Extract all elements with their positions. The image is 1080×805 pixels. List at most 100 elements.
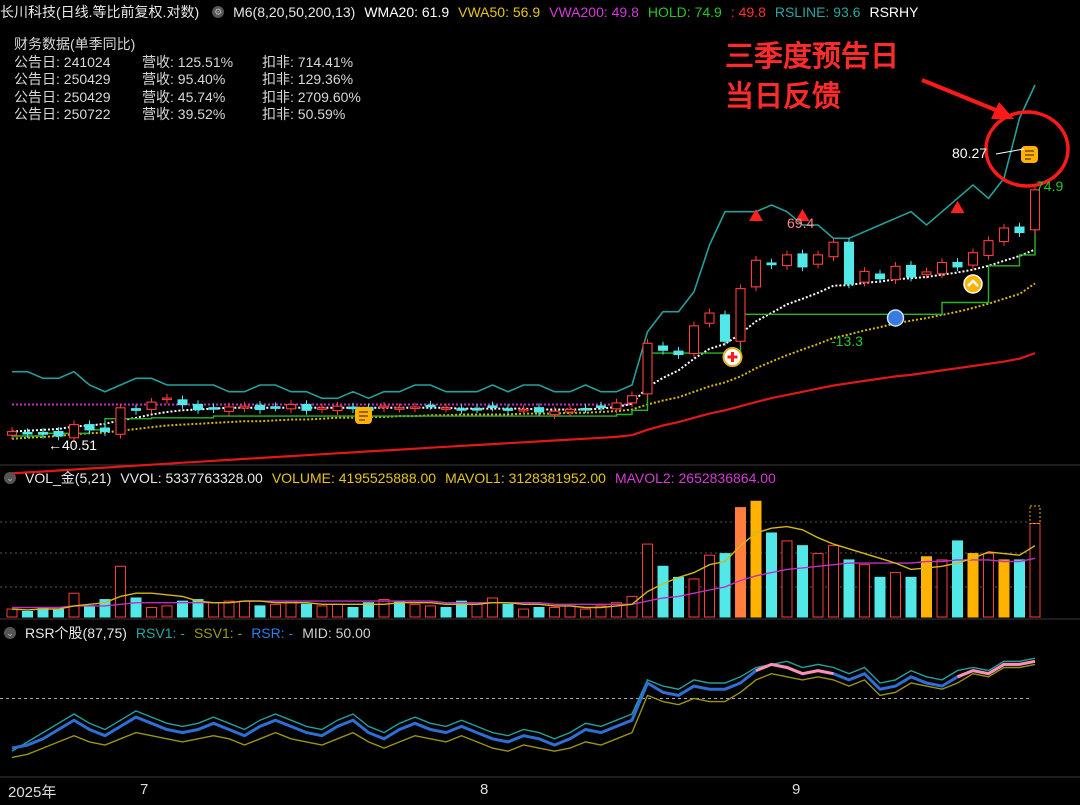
- volume-bar: [301, 603, 312, 618]
- candle: [657, 345, 669, 351]
- candle: [905, 264, 917, 278]
- candle: [595, 405, 607, 409]
- candle: [440, 407, 452, 410]
- volume-bar: [347, 606, 359, 618]
- volume-bar: [502, 603, 514, 618]
- financial-row: 公告日: 250429 营收: 95.40% 扣非: 129.36%: [14, 71, 392, 89]
- volume-bar: [115, 565, 126, 618]
- candle: [502, 408, 514, 411]
- volume-bar: ⌄ VOL_金(5,21) VVOL: 5337763328.00 VOLUME:…: [0, 467, 1080, 489]
- volume-bar: [967, 553, 979, 618]
- candle: [22, 431, 33, 435]
- volume-bar: [6, 608, 18, 618]
- candle: [735, 288, 746, 342]
- candle: [797, 253, 808, 268]
- rsr-title[interactable]: RSR个股(87,75): [25, 623, 127, 643]
- volume-value-2: MAVOL1: 3128381952.00: [445, 470, 606, 486]
- candle: [192, 403, 204, 411]
- volume-bar: [425, 605, 436, 618]
- candle: [487, 405, 498, 409]
- volume-value-0: VVOL: 5337763328.00: [120, 470, 263, 486]
- candle: [859, 270, 870, 283]
- indicator-values: WMA20: 61.9 VWA50: 56.9 VWA200: 49.8 HOLD: …: [364, 4, 927, 20]
- last-price-label: 80.27: [952, 145, 988, 161]
- stock-title[interactable]: 长川科技(日线.等比前复权.对数): [0, 2, 199, 22]
- settings-icon[interactable]: ⚙: [212, 6, 225, 18]
- candle: [952, 261, 963, 268]
- financial-row: 公告日: 250429 营收: 45.74% 扣非: 2709.60%: [14, 89, 392, 107]
- financial-cell: 营收: 125.51%: [142, 53, 234, 70]
- candle: [270, 406, 281, 409]
- rsr-value-0: RSV1: -: [135, 625, 185, 641]
- signal-up-triangle: [749, 209, 763, 221]
- financial-title: 财务数据(单季同比): [14, 36, 136, 52]
- volume-bar: [378, 599, 390, 618]
- x-axis: 2025年 7 8 9: [0, 778, 1080, 805]
- financial-cell: 公告日: 250429: [14, 88, 111, 105]
- candle: [239, 405, 250, 409]
- rsr-bar: ⌄ RSR个股(87,75) RSV1: - SSV1: - RSR: - MID: …: [0, 622, 1080, 644]
- financial-cell: 营收: 95.40%: [142, 71, 226, 87]
- financial-cell: 扣非: 2709.60%: [262, 88, 361, 105]
- candle: [53, 430, 64, 437]
- candle: [68, 424, 80, 439]
- x-label-aug: 8: [480, 781, 489, 798]
- candle: [456, 408, 467, 411]
- candle: [688, 325, 700, 355]
- volume-bar: [1029, 522, 1041, 618]
- candle: [301, 403, 312, 411]
- rsline-line: [12, 84, 1036, 400]
- volume-bar: [332, 603, 343, 618]
- candle: [874, 273, 886, 280]
- volume-value-3: MAVOL2: 2652836864.00: [614, 470, 776, 486]
- candle: [332, 405, 343, 412]
- financial-cell: 公告日: 250722: [14, 106, 111, 122]
- candle: [223, 406, 235, 412]
- indicator-name[interactable]: M6(8,20,50,200,13): [233, 4, 355, 20]
- neg-label: -13.3: [831, 333, 863, 349]
- volume-bar: [626, 595, 638, 618]
- candle: [177, 399, 188, 406]
- financial-row: 公告日: 241024 营收: 125.51% 扣非: 714.41%: [14, 54, 392, 72]
- volume-bar: [936, 559, 948, 618]
- collapse-volume-icon[interactable]: ⌄: [4, 472, 16, 484]
- volume-bar: [952, 540, 963, 618]
- rsr-value-3: MID: 50.00: [302, 625, 371, 641]
- candle: [781, 254, 793, 267]
- indicator-value-1: VWA50: 56.9: [458, 4, 541, 20]
- volume-bar: [921, 556, 932, 618]
- candle: [130, 408, 142, 411]
- candle: [967, 252, 979, 266]
- x-label-year: 2025年: [8, 784, 57, 801]
- volume-bar: [657, 565, 669, 618]
- financial-panel: 财务数据(单季同比) 公告日: 241024 营收: 125.51% 扣非: 714…: [14, 36, 392, 124]
- volume-bar: [859, 564, 870, 618]
- volume-bar: [905, 576, 917, 618]
- volume-forecast-bar: [1029, 505, 1041, 524]
- indicator-value-0: WMA20: 61.9: [364, 4, 450, 20]
- candle: [998, 227, 1010, 243]
- collapse-rsr-icon[interactable]: ⌄: [4, 627, 16, 639]
- volume-bar: [781, 540, 793, 618]
- candle: [890, 265, 901, 281]
- candle: [471, 408, 483, 411]
- indicator-value-2: VWA200: 49.8: [549, 4, 639, 20]
- x-label-sep: 9: [792, 781, 801, 798]
- volume-bar: [223, 600, 235, 618]
- candle: [285, 403, 297, 410]
- volume-bar: [130, 597, 142, 618]
- volume-bar: [688, 578, 700, 618]
- volume-title[interactable]: VOL_金(5,21): [25, 468, 111, 488]
- candle: [750, 259, 762, 288]
- volume-bar: [487, 597, 498, 618]
- candle: [409, 406, 421, 410]
- rsr-line: [11, 659, 1036, 750]
- candle: [146, 401, 157, 410]
- candle: [642, 342, 653, 395]
- x-label-jul: 7: [140, 781, 149, 798]
- candle: [37, 431, 49, 435]
- volume-bar: [270, 603, 281, 618]
- volume-bar: [456, 600, 467, 618]
- indicator-value-4: : 49.8: [730, 4, 766, 20]
- volume-bar: [998, 559, 1010, 618]
